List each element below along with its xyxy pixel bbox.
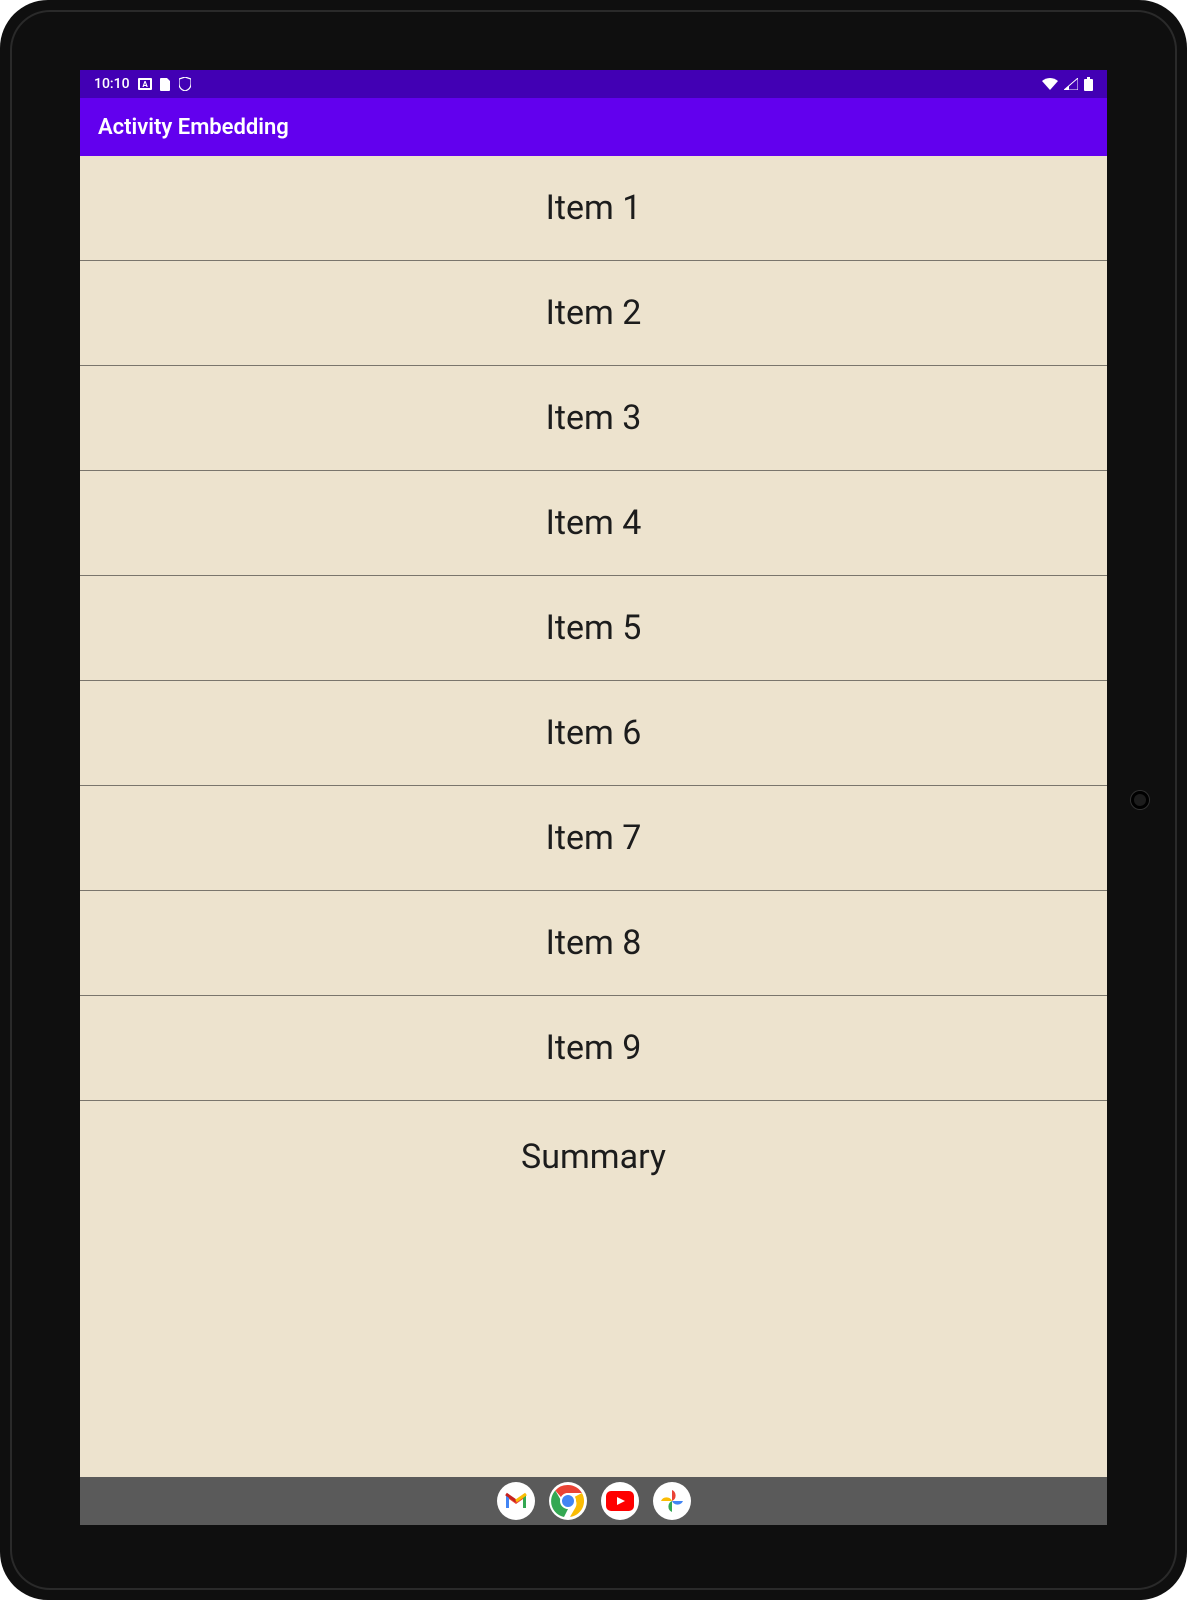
list-item-label: Item 5: [546, 608, 642, 648]
list-item-label: Item 9: [546, 1028, 642, 1068]
keyboard-icon: A: [138, 78, 152, 90]
list-item[interactable]: Item 5: [80, 576, 1107, 681]
item-list[interactable]: Item 1 Item 2 Item 3 Item 4 Item 5 Item …: [80, 156, 1107, 1477]
list-item-label: Item 8: [546, 923, 642, 963]
youtube-icon[interactable]: [601, 1482, 639, 1520]
tablet-frame: 10:10 A: [0, 0, 1187, 1600]
battery-icon: [1084, 77, 1093, 91]
list-item-label: Item 2: [546, 293, 642, 333]
photos-icon[interactable]: [653, 1482, 691, 1520]
shield-icon: [179, 77, 191, 91]
list-item[interactable]: Item 8: [80, 891, 1107, 996]
list-item[interactable]: Item 3: [80, 366, 1107, 471]
list-item[interactable]: Summary: [80, 1101, 1107, 1161]
document-icon: [160, 78, 171, 91]
cell-signal-icon: [1064, 78, 1078, 90]
app-bar: Activity Embedding: [80, 98, 1107, 156]
status-time: 10:10: [94, 76, 130, 92]
list-item-label: Item 4: [546, 503, 642, 543]
list-item[interactable]: Item 9: [80, 996, 1107, 1101]
wifi-icon: [1042, 78, 1058, 90]
list-item[interactable]: Item 7: [80, 786, 1107, 891]
svg-text:A: A: [142, 80, 148, 89]
list-item[interactable]: Item 2: [80, 261, 1107, 366]
chrome-icon[interactable]: [549, 1482, 587, 1520]
list-item-label: Item 1: [546, 188, 642, 228]
list-item[interactable]: Item 4: [80, 471, 1107, 576]
app-title: Activity Embedding: [98, 115, 289, 140]
gmail-icon[interactable]: [497, 1482, 535, 1520]
list-item-label: Item 6: [546, 713, 642, 753]
status-bar: 10:10 A: [80, 70, 1107, 98]
navigation-bar: [80, 1477, 1107, 1525]
list-item-label: Summary: [521, 1137, 666, 1177]
list-item-label: Item 7: [546, 818, 642, 858]
list-item[interactable]: Item 6: [80, 681, 1107, 786]
list-item-label: Item 3: [546, 398, 642, 438]
list-item[interactable]: Item 1: [80, 156, 1107, 261]
tablet-camera: [1131, 791, 1149, 809]
device-screen: 10:10 A: [80, 70, 1107, 1525]
